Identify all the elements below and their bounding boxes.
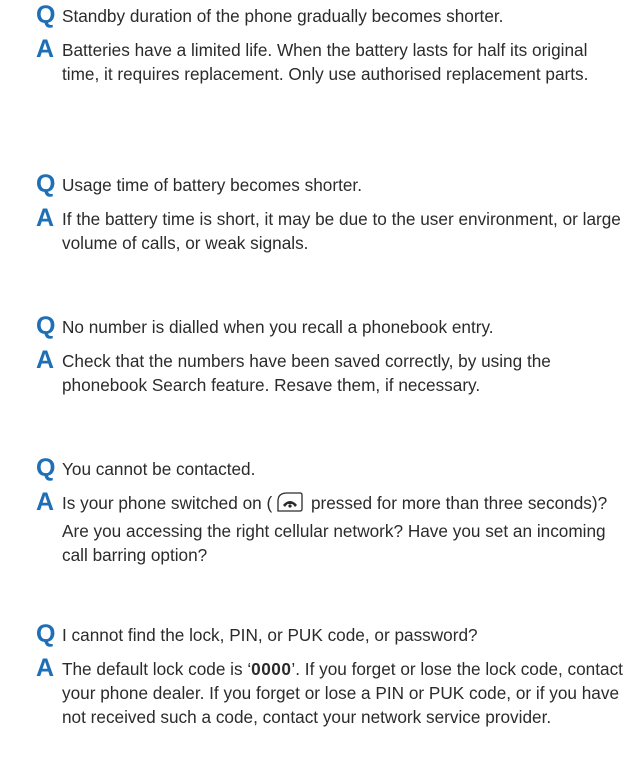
answer-row: A Is your phone switched on ( pressed fo…: [36, 489, 626, 567]
a-marker: A: [36, 488, 55, 516]
question-text: Standby duration of the phone gradually …: [62, 6, 504, 26]
answer-row: A Batteries have a limited life. When th…: [36, 36, 626, 86]
answer-text: Check that the numbers have been saved c…: [62, 351, 551, 395]
default-lock-code: 0000: [251, 659, 292, 679]
faq-item: Q No number is dialled when you recall a…: [36, 313, 626, 397]
question-text: You cannot be contacted.: [62, 459, 256, 479]
faq-item: Q You cannot be contacted. A Is your pho…: [36, 455, 626, 567]
answer-text: Batteries have a limited life. When the …: [62, 40, 589, 84]
faq-item: Q I cannot find the lock, PIN, or PUK co…: [36, 621, 626, 729]
a-marker: A: [36, 204, 55, 232]
q-marker: Q: [36, 170, 56, 198]
q-marker: Q: [36, 454, 56, 482]
q-marker: Q: [36, 620, 56, 648]
faq-item: Q Usage time of battery becomes shorter.…: [36, 171, 626, 255]
answer-text-before-code: The default lock code is ‘: [62, 659, 252, 679]
answer-row: A The default lock code is ‘0000’. If yo…: [36, 655, 626, 729]
answer-text: If the battery time is short, it may be …: [62, 209, 621, 253]
q-marker: Q: [36, 1, 56, 29]
question-row: Q Standby duration of the phone graduall…: [36, 2, 626, 28]
question-row: Q You cannot be contacted.: [36, 455, 626, 481]
a-marker: A: [36, 654, 55, 682]
q-marker: Q: [36, 312, 56, 340]
question-row: Q No number is dialled when you recall a…: [36, 313, 626, 339]
answer-row: A Check that the numbers have been saved…: [36, 347, 626, 397]
question-row: Q Usage time of battery becomes shorter.: [36, 171, 626, 197]
end-key-icon: [274, 491, 304, 519]
question-text: I cannot find the lock, PIN, or PUK code…: [62, 625, 478, 645]
answer-row: A If the battery time is short, it may b…: [36, 205, 626, 255]
question-text: No number is dialled when you recall a p…: [62, 317, 494, 337]
answer-text-before-icon: Is your phone switched on (: [62, 493, 273, 513]
a-marker: A: [36, 35, 55, 63]
answer-text: The default lock code is ‘0000’. If you …: [62, 655, 626, 729]
question-text: Usage time of battery becomes shorter.: [62, 175, 362, 195]
a-marker: A: [36, 346, 55, 374]
question-row: Q I cannot find the lock, PIN, or PUK co…: [36, 621, 626, 647]
answer-text: Is your phone switched on ( pressed for …: [62, 489, 626, 567]
faq-page: Q Standby duration of the phone graduall…: [0, 0, 640, 768]
faq-item: Q Standby duration of the phone graduall…: [36, 2, 626, 86]
